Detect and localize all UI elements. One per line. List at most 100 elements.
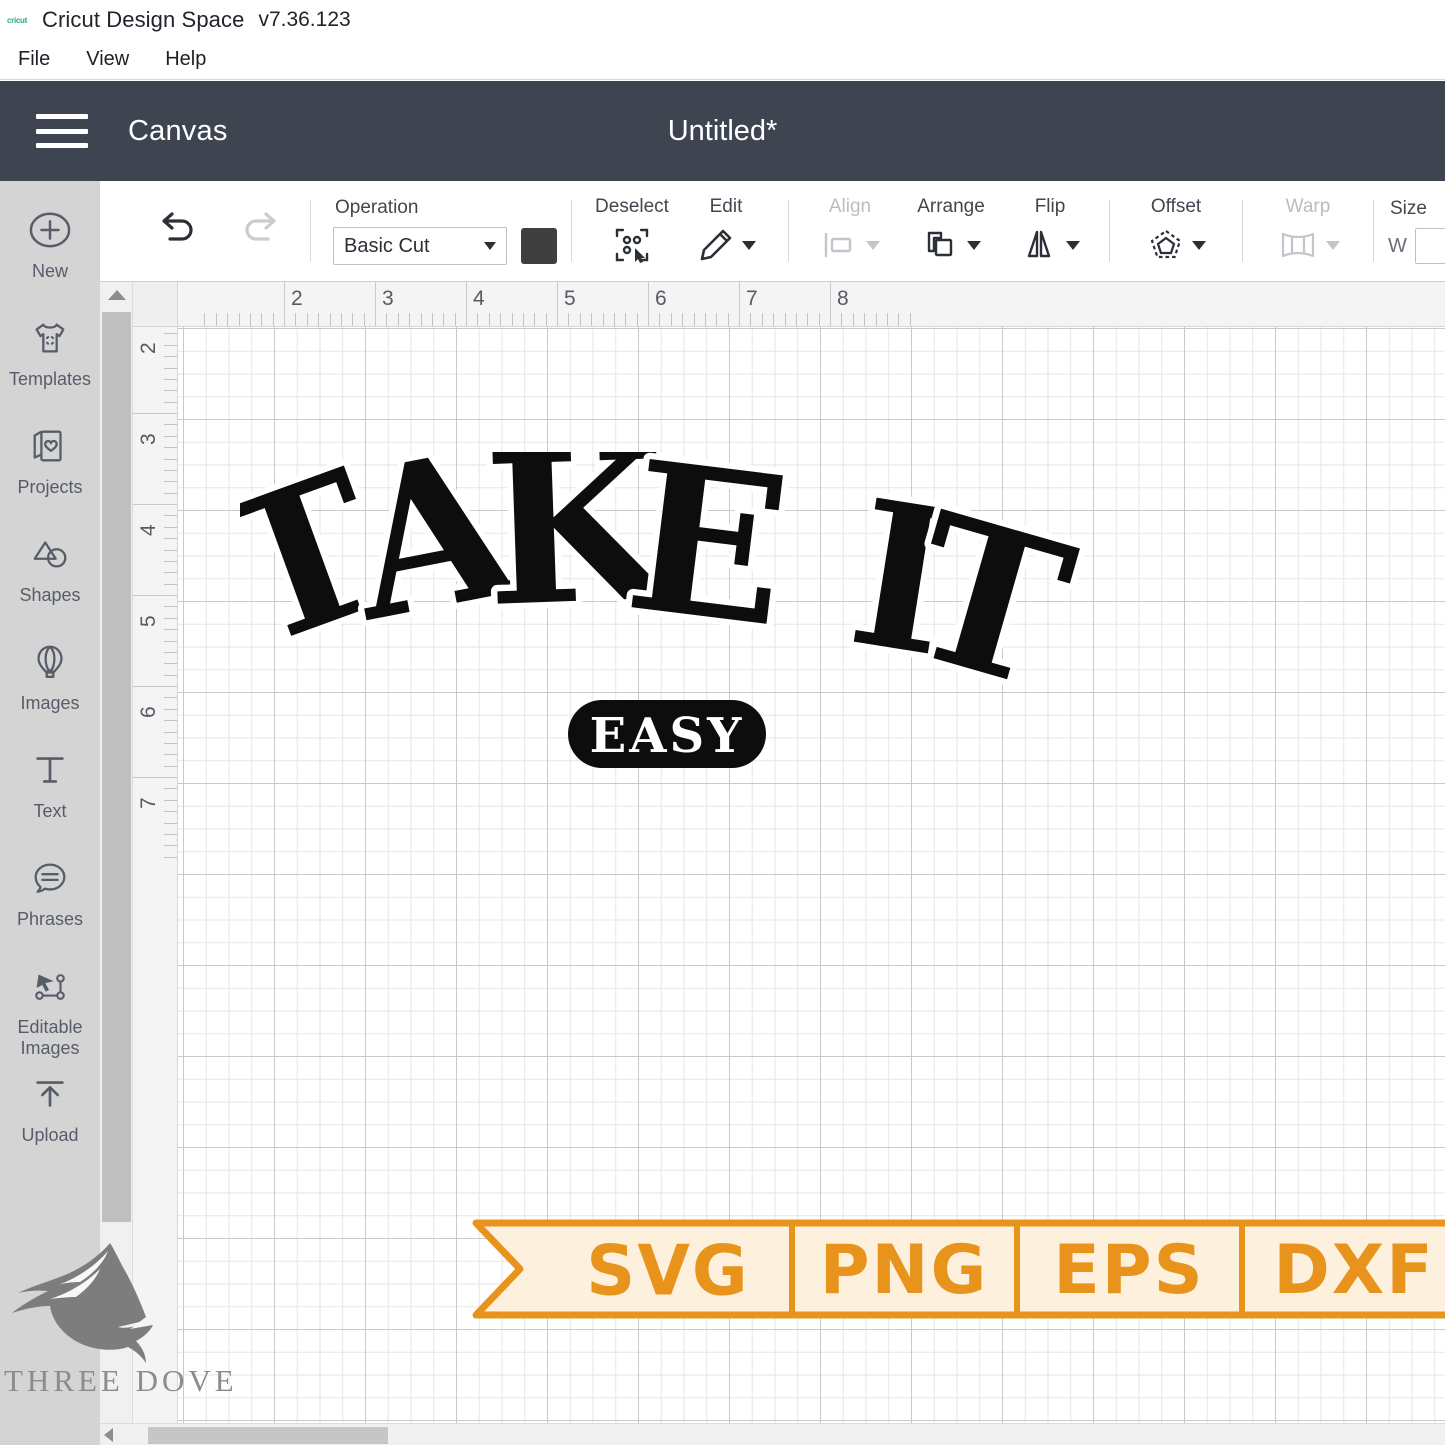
ruler-tick-minor (164, 572, 177, 574)
ruler-tick-minor (784, 313, 786, 326)
sidebar-item-phrases[interactable]: Phrases (0, 845, 100, 953)
ruler-tick-minor (704, 313, 706, 326)
offset-button[interactable]: Offset (1124, 185, 1228, 277)
ruler-tick-minor (773, 313, 775, 326)
operation-group: Operation Basic Cut (333, 185, 557, 277)
chevron-down-icon (1326, 240, 1340, 250)
ruler-tick-label: 8 (837, 287, 849, 310)
arrange-button[interactable]: Arrange (897, 185, 1005, 277)
edit-button[interactable]: Edit (678, 185, 774, 277)
ruler-tick-minor (329, 313, 331, 326)
ruler-tick-minor (238, 313, 240, 326)
ruler-tick-minor (164, 367, 177, 369)
sidebar-item-projects[interactable]: Projects (0, 413, 100, 521)
sidebar-label-new: New (31, 261, 68, 281)
speech-bubble-icon (27, 855, 73, 901)
warp-button[interactable]: Warp (1257, 185, 1359, 277)
scroll-up-arrow-icon[interactable] (100, 282, 133, 308)
ruler-tick-minor (164, 333, 177, 335)
ruler-tick-label: 3 (382, 287, 394, 310)
menu-item-view[interactable]: View (68, 46, 147, 73)
undo-button[interactable] (152, 207, 202, 256)
ruler-tick-minor (164, 629, 177, 631)
ruler-tick-minor (568, 313, 570, 326)
toolbar-divider (1242, 200, 1243, 262)
sidebar-label-images: Images (20, 693, 80, 713)
horizontal-scroll-thumb[interactable] (148, 1427, 388, 1444)
sidebar-label-upload: Upload (21, 1125, 79, 1145)
operation-value: Basic Cut (344, 234, 430, 257)
svg-text:SVG: SVG (586, 1231, 749, 1312)
scroll-left-arrow-icon[interactable] (104, 1428, 113, 1442)
operation-color-swatch[interactable] (521, 228, 557, 264)
design-canvas-area[interactable]: 2345678 234567 TAKE I T EASY SVG PNG EPS… (100, 282, 1445, 1445)
sidebar-item-templates[interactable]: Templates (0, 305, 100, 413)
window-titlebar: cricut Cricut Design Space v7.36.123 (0, 0, 1445, 40)
ruler-tick-label: 5 (137, 615, 160, 627)
size-width-input[interactable] (1414, 228, 1445, 264)
canvas-label[interactable]: Canvas (128, 115, 228, 148)
svg-text:DXF: DXF (1273, 1231, 1434, 1310)
ruler-tick-minor (386, 313, 388, 326)
card-heart-icon (27, 423, 73, 469)
align-button[interactable]: Align (803, 185, 897, 277)
menu-item-file[interactable]: File (0, 46, 68, 73)
sidebar-item-new[interactable]: New (0, 197, 100, 305)
sidebar-label-templates: Templates (8, 369, 92, 389)
toolbar-divider (1373, 200, 1374, 262)
deselect-icon (612, 224, 652, 266)
ruler-tick-label: 4 (473, 287, 485, 310)
operation-label: Operation (335, 197, 419, 218)
sidebar-item-editable-images[interactable]: Editable Images (0, 953, 100, 1061)
size-label: Size (1390, 198, 1427, 219)
ruler-tick-major (284, 282, 285, 326)
ruler-tick-minor (164, 720, 177, 722)
redo-button[interactable] (236, 207, 286, 256)
sidebar-item-upload[interactable]: Upload (0, 1061, 100, 1169)
sidebar-item-images[interactable]: Images (0, 629, 100, 737)
ruler-tick-minor (164, 674, 177, 676)
svg-text:PNG: PNG (820, 1231, 989, 1310)
ruler-tick-minor (727, 313, 729, 326)
ruler-tick-minor (488, 313, 490, 326)
horizontal-ruler: 2 3 4 5 6 7 8 (178, 282, 1445, 327)
vertical-scroll-thumb[interactable] (102, 312, 131, 1222)
ruler-tick-minor (750, 313, 752, 326)
ruler-tick-minor (164, 663, 177, 665)
ruler-tick-minor (306, 313, 308, 326)
ruler-tick-minor (682, 313, 684, 326)
text-t-icon (27, 747, 73, 793)
canvas-vertical-scrollbar[interactable] (100, 282, 133, 1445)
ruler-tick-minor (164, 356, 177, 358)
ruler-tick-minor (693, 313, 695, 326)
canvas-horizontal-scrollbar[interactable] (100, 1423, 1445, 1445)
deselect-button[interactable]: Deselect (586, 185, 678, 277)
sidebar-item-text[interactable]: Text (0, 737, 100, 845)
ruler-tick-label: 7 (746, 287, 758, 310)
chevron-down-icon (866, 240, 880, 250)
menu-item-help[interactable]: Help (147, 46, 224, 73)
chevron-down-icon (967, 240, 981, 250)
ruler-tick-minor (852, 313, 854, 326)
hamburger-menu-icon[interactable] (36, 114, 88, 148)
hot-air-balloon-icon (27, 639, 73, 685)
ruler-tick-minor (625, 313, 627, 326)
artwork-letter: E (616, 452, 800, 674)
flip-button[interactable]: Flip (1005, 185, 1095, 277)
ruler-tick-minor (795, 313, 797, 326)
sidebar-label-editable-images: Editable Images (17, 1017, 83, 1059)
design-artwork[interactable]: TAKE I T EASY (240, 452, 1140, 802)
chevron-down-icon (742, 240, 756, 250)
ruler-tick-minor (164, 765, 177, 767)
sidebar-item-shapes[interactable]: Shapes (0, 521, 100, 629)
ruler-tick-minor (613, 313, 615, 326)
ruler-tick-major (648, 282, 649, 326)
toolbar-divider (310, 200, 311, 262)
app-header: Canvas Untitled* (0, 81, 1445, 181)
operation-select[interactable]: Basic Cut (333, 227, 507, 265)
size-group: Size W (1388, 185, 1445, 277)
ruler-tick-minor (164, 447, 177, 449)
ruler-tick-minor (522, 313, 524, 326)
main-toolbar: Operation Basic Cut Deselect Edit Align … (100, 181, 1445, 282)
ruler-tick-minor (164, 651, 177, 653)
